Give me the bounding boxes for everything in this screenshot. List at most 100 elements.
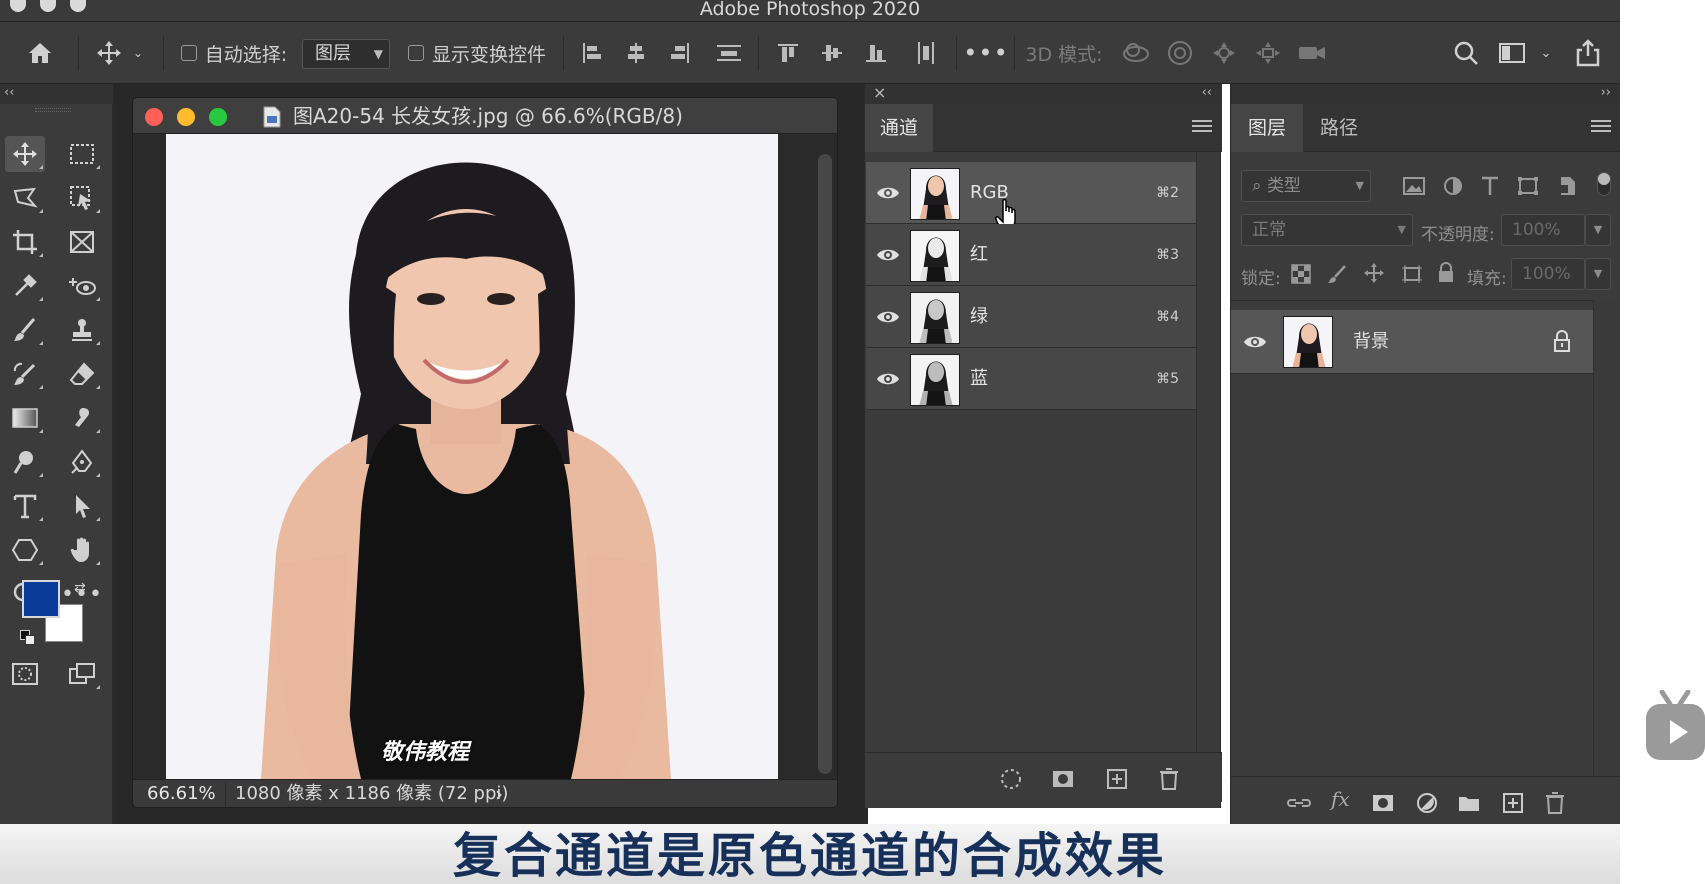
lock-all-icon[interactable] [1437, 262, 1455, 284]
swap-colors-icon[interactable]: ⇄ [74, 580, 86, 596]
new-layer-icon[interactable] [1501, 791, 1525, 815]
tab-layers[interactable]: 图层 [1231, 104, 1303, 152]
eye-icon[interactable] [876, 367, 900, 391]
layer-style-icon[interactable]: fx [1331, 787, 1350, 811]
panel-menu-icon[interactable] [1192, 118, 1212, 138]
share-icon[interactable] [1570, 22, 1606, 84]
doc-close-button[interactable] [145, 108, 163, 126]
opacity-input[interactable]: 100% [1501, 214, 1585, 246]
auto-select-target-dropdown[interactable]: 图层 ▼ [302, 39, 390, 69]
tab-paths[interactable]: 路径 [1303, 104, 1375, 152]
shape-filter-icon[interactable] [1517, 176, 1539, 196]
link-layers-icon[interactable] [1287, 791, 1311, 815]
adjustment-layer-icon[interactable] [1415, 791, 1439, 815]
eye-icon[interactable] [876, 243, 900, 267]
stamp-tool-icon[interactable] [62, 312, 102, 348]
foreground-color-swatch[interactable] [22, 580, 60, 618]
search-icon[interactable] [1448, 22, 1484, 84]
align-top-icon[interactable] [774, 22, 802, 84]
pen-tool-icon[interactable] [62, 444, 102, 480]
lock-transparent-icon[interactable] [1291, 264, 1311, 284]
lock-pixels-icon[interactable] [1327, 264, 1347, 284]
lasso-tool-icon[interactable] [5, 180, 45, 216]
image-canvas[interactable]: 敬伟教程 [166, 134, 778, 779]
channels-scrollbar[interactable] [1196, 152, 1220, 752]
align-middle-icon[interactable] [818, 22, 846, 84]
new-channel-icon[interactable] [1105, 767, 1129, 791]
eye-icon[interactable] [876, 305, 900, 329]
align-right-icon[interactable] [666, 22, 694, 84]
channel-row-blue[interactable]: 蓝 ⌘5 [866, 348, 1197, 410]
tab-channels[interactable]: 通道 [865, 104, 933, 152]
eye-icon[interactable] [1243, 330, 1267, 354]
default-colors-icon[interactable] [20, 630, 36, 646]
channel-row-red[interactable]: 红 ⌘3 [866, 224, 1197, 286]
zoom-level[interactable]: 66.61% [147, 780, 225, 807]
screen-mode-icon[interactable] [62, 656, 102, 692]
crop-tool-icon[interactable] [5, 224, 45, 260]
home-icon[interactable] [20, 22, 60, 84]
delete-channel-icon[interactable] [1157, 767, 1181, 791]
type-tool-icon[interactable] [5, 488, 45, 524]
smart-object-filter-icon[interactable] [1557, 176, 1577, 196]
dodge-tool-icon[interactable] [5, 444, 45, 480]
distribute-vertical-icon[interactable] [912, 22, 940, 84]
chevron-down-icon[interactable]: ⌄ [128, 22, 148, 84]
document-scrollbar[interactable] [818, 154, 832, 774]
opacity-dropdown-icon[interactable]: ▼ [1585, 214, 1611, 246]
channel-row-green[interactable]: 绿 ⌘4 [866, 286, 1197, 348]
eraser-tool-icon[interactable] [62, 356, 102, 392]
collapse-icon[interactable]: ‹‹ [0, 84, 113, 104]
hand-tool-icon[interactable] [62, 532, 102, 568]
brush-tool-icon[interactable] [5, 312, 45, 348]
layer-filter-dropdown[interactable]: ⌕ 类型 ▼ [1241, 170, 1371, 202]
collapse-panel-icon[interactable]: ‹‹ [1202, 84, 1212, 102]
path-select-tool-icon[interactable] [62, 488, 102, 524]
align-center-icon[interactable] [622, 22, 650, 84]
fill-dropdown-icon[interactable]: ▼ [1585, 258, 1611, 290]
filter-toggle[interactable] [1597, 172, 1611, 196]
doc-minimize-button[interactable] [177, 108, 195, 126]
spot-healing-tool-icon[interactable] [62, 268, 102, 304]
group-folder-icon[interactable] [1457, 791, 1481, 815]
history-brush-tool-icon[interactable] [5, 356, 45, 392]
adjustment-filter-icon[interactable] [1443, 176, 1463, 196]
delete-layer-icon[interactable] [1543, 791, 1567, 815]
gradient-tool-icon[interactable] [5, 400, 45, 436]
object-select-tool-icon[interactable] [62, 180, 102, 216]
auto-select-checkbox[interactable]: 自动选择: [178, 22, 290, 84]
more-options-icon[interactable]: ••• [963, 22, 1007, 84]
move-tool-icon[interactable] [5, 136, 45, 172]
document-title-bar[interactable]: 图A20-54 长发女孩.jpg @ 66.6%(RGB/8) [133, 98, 837, 134]
add-mask-icon[interactable] [1371, 791, 1395, 815]
chevron-down-icon[interactable]: ⌄ [1536, 22, 1556, 84]
checkbox-icon[interactable] [407, 45, 424, 61]
eyedropper-tool-icon[interactable] [5, 268, 45, 304]
layer-row-background[interactable]: 背景 [1231, 310, 1593, 374]
move-tool-preset-icon[interactable] [92, 22, 126, 84]
panel-menu-icon[interactable] [1591, 118, 1611, 138]
fill-input[interactable]: 100% [1511, 258, 1585, 290]
align-left-icon[interactable] [578, 22, 606, 84]
layers-scrollbar[interactable] [1593, 300, 1621, 776]
shape-tool-icon[interactable] [5, 532, 45, 568]
quick-mask-icon[interactable] [5, 656, 45, 692]
lock-position-icon[interactable] [1363, 262, 1385, 284]
smudge-tool-icon[interactable] [62, 400, 102, 436]
type-filter-icon[interactable] [1481, 176, 1499, 196]
eye-icon[interactable] [876, 181, 900, 205]
save-selection-icon[interactable] [1051, 767, 1075, 791]
info-menu-arrow[interactable]: › [495, 780, 503, 807]
channel-row-rgb[interactable]: RGB ⌘2 [866, 162, 1197, 231]
distribute-icon[interactable] [714, 22, 744, 84]
align-bottom-icon[interactable] [862, 22, 890, 84]
pixel-filter-icon[interactable] [1403, 176, 1425, 196]
frame-tool-icon[interactable] [62, 224, 102, 260]
lock-icon[interactable] [1553, 330, 1571, 352]
show-transform-checkbox[interactable]: 显示变换控件 [404, 22, 550, 84]
close-panel-icon[interactable]: × [873, 84, 886, 102]
lock-artboard-icon[interactable] [1401, 264, 1423, 284]
load-selection-icon[interactable] [999, 767, 1023, 791]
panel-grip[interactable] [35, 108, 71, 112]
workspace-icon[interactable] [1494, 22, 1530, 84]
